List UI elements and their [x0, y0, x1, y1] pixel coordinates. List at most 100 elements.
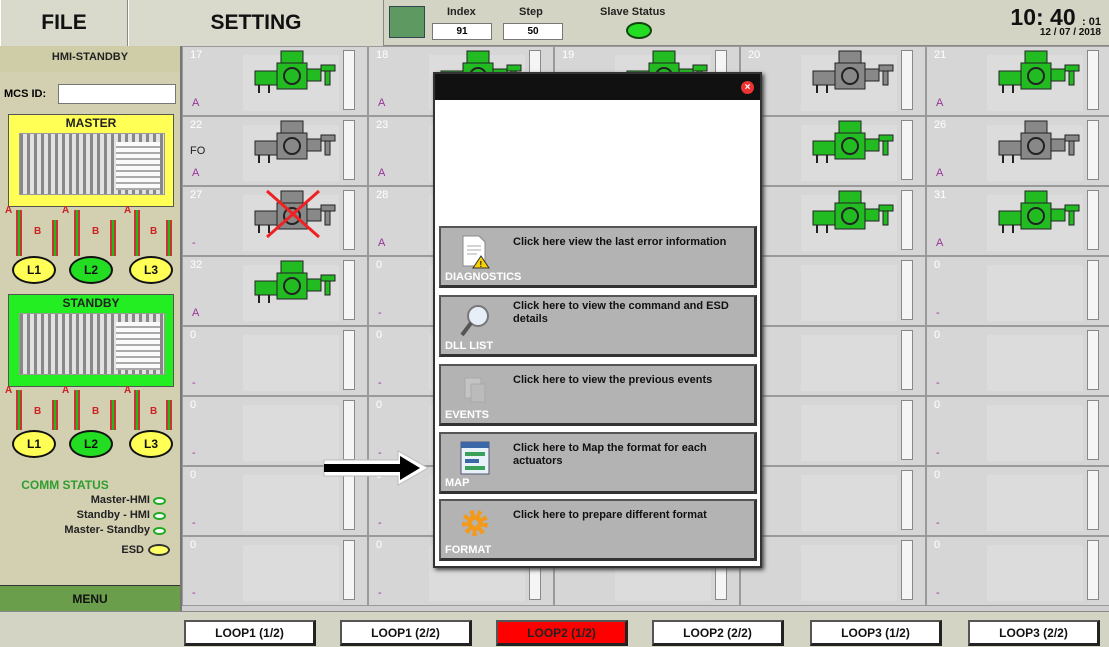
- actuator-cell[interactable]: 0-: [926, 396, 1109, 466]
- cell-display: [987, 335, 1083, 391]
- cell-display: [801, 475, 897, 531]
- actuator-cell[interactable]: [740, 326, 926, 396]
- tab-loop2-2[interactable]: LOOP2 (2/2): [652, 620, 784, 646]
- loop-line: [16, 390, 22, 430]
- dll-list-button[interactable]: Click here to view the command and ESD d…: [439, 295, 757, 357]
- close-icon[interactable]: ×: [741, 81, 754, 94]
- index-value: 91: [432, 23, 492, 40]
- actuator-cell[interactable]: 27 -: [182, 186, 368, 256]
- actuator-cell[interactable]: 20: [740, 46, 926, 116]
- actuator-cell[interactable]: 0-: [926, 326, 1109, 396]
- loop-line: [52, 220, 58, 256]
- actuator-number: 0: [190, 469, 197, 481]
- cell-scroll-handle: [901, 330, 913, 390]
- events-icon: [464, 377, 486, 403]
- slave-status-label: Slave Status: [600, 6, 666, 18]
- cell-scroll-handle: [1087, 540, 1099, 600]
- cell-display: [987, 475, 1083, 531]
- cell-scroll-handle: [343, 120, 355, 180]
- actuator-cell[interactable]: 0-: [182, 326, 368, 396]
- actuator-icon: [812, 190, 894, 233]
- loop-line: [134, 390, 140, 430]
- actuator-status: A: [192, 167, 200, 179]
- loop-line: [74, 390, 80, 430]
- comm-master-standby: Master- Standby: [64, 524, 150, 536]
- loop-line: [52, 400, 58, 430]
- dll-list-text: Click here to view the command and ESD d…: [513, 300, 729, 325]
- cell-scroll-handle: [343, 330, 355, 390]
- actuator-cell[interactable]: 26 A: [926, 116, 1109, 186]
- cell-scroll-handle: [901, 470, 913, 530]
- actuator-number: 27: [190, 189, 203, 201]
- actuator-cell[interactable]: [740, 536, 926, 606]
- master-loop-circuit: A A A B B B L1 L2 L3: [0, 204, 182, 286]
- a-label: A: [5, 205, 13, 216]
- actuator-cell[interactable]: 0-: [926, 466, 1109, 536]
- standby-controller[interactable]: STANDBY: [8, 294, 174, 387]
- actuator-cell[interactable]: 17 A: [182, 46, 368, 116]
- tab-loop1-2[interactable]: LOOP1 (2/2): [340, 620, 472, 646]
- actuator-number: 0: [376, 259, 383, 271]
- tab-loop1-1[interactable]: LOOP1 (1/2): [184, 620, 316, 646]
- mcs-id-input[interactable]: [58, 84, 176, 104]
- b-label: B: [34, 226, 42, 237]
- actuator-cell[interactable]: 32 A: [182, 256, 368, 326]
- actuator-cell[interactable]: 0-: [926, 256, 1109, 326]
- events-text: Click here to view the previous events: [513, 374, 713, 386]
- format-text: Click here to prepare different format: [513, 509, 707, 521]
- actuator-cell[interactable]: 21 A: [926, 46, 1109, 116]
- diagnostics-button[interactable]: ! Click here view the last error informa…: [439, 226, 757, 288]
- setting-button[interactable]: SETTING: [128, 0, 384, 46]
- file-button[interactable]: FILE: [0, 0, 128, 46]
- actuator-cell[interactable]: 0-: [926, 536, 1109, 606]
- loop-line: [110, 220, 116, 256]
- menu-button[interactable]: MENU: [0, 585, 180, 611]
- actuator-number: 31: [934, 189, 947, 201]
- actuator-status: A: [378, 167, 386, 179]
- actuator-cell[interactable]: 31 A: [926, 186, 1109, 256]
- actuator-cell[interactable]: [740, 466, 926, 536]
- actuator-number: 0: [934, 539, 941, 551]
- events-button[interactable]: Click here to view the previous events E…: [439, 364, 757, 426]
- actuator-cell[interactable]: [740, 256, 926, 326]
- tab-loop2-1[interactable]: LOOP2 (1/2): [496, 620, 628, 646]
- master-controller[interactable]: MASTER: [8, 114, 174, 207]
- actuator-fault-icon: [254, 189, 336, 239]
- actuator-cell[interactable]: [740, 186, 926, 256]
- popup-header: ×: [435, 74, 760, 100]
- actuator-status: -: [936, 587, 940, 599]
- actuator-number: 21: [934, 49, 947, 61]
- format-button[interactable]: Click here to prepare different format F…: [439, 499, 757, 561]
- tab-loop3-2[interactable]: LOOP3 (2/2): [968, 620, 1100, 646]
- tab-loop3-1[interactable]: LOOP3 (1/2): [810, 620, 942, 646]
- cell-scroll-handle: [1087, 470, 1099, 530]
- comm-status-title: COMM STATUS: [21, 478, 109, 492]
- actuator-status: -: [378, 517, 382, 529]
- actuator-cell[interactable]: [740, 396, 926, 466]
- esd-led: [148, 544, 170, 556]
- actuator-status: A: [192, 307, 200, 319]
- map-button[interactable]: Click here to Map the format for each ac…: [439, 432, 757, 494]
- actuator-status: -: [192, 377, 196, 389]
- actuator-status: A: [378, 97, 386, 109]
- events-label: EVENTS: [445, 409, 490, 421]
- actuator-cell[interactable]: 0-: [182, 536, 368, 606]
- actuator-cell[interactable]: 22 FO A: [182, 116, 368, 186]
- actuator-status: -: [936, 307, 940, 319]
- format-label: FORMAT: [445, 544, 492, 556]
- actuator-number: 22: [190, 119, 203, 131]
- actuator-icon: [998, 50, 1080, 93]
- actuator-cell[interactable]: [740, 116, 926, 186]
- cell-display: [801, 405, 897, 461]
- b-label: B: [34, 406, 42, 417]
- cell-scroll-handle: [1087, 50, 1099, 110]
- loop-line: [166, 400, 172, 430]
- cell-display: [801, 545, 897, 601]
- a-label: A: [124, 205, 132, 216]
- actuator-number: 18: [376, 49, 389, 61]
- b-label: B: [150, 406, 158, 417]
- actuator-status: A: [936, 167, 944, 179]
- actuator-number: 0: [934, 399, 941, 411]
- comm-led: [153, 497, 166, 505]
- loop-l3-indicator: L3: [129, 256, 173, 284]
